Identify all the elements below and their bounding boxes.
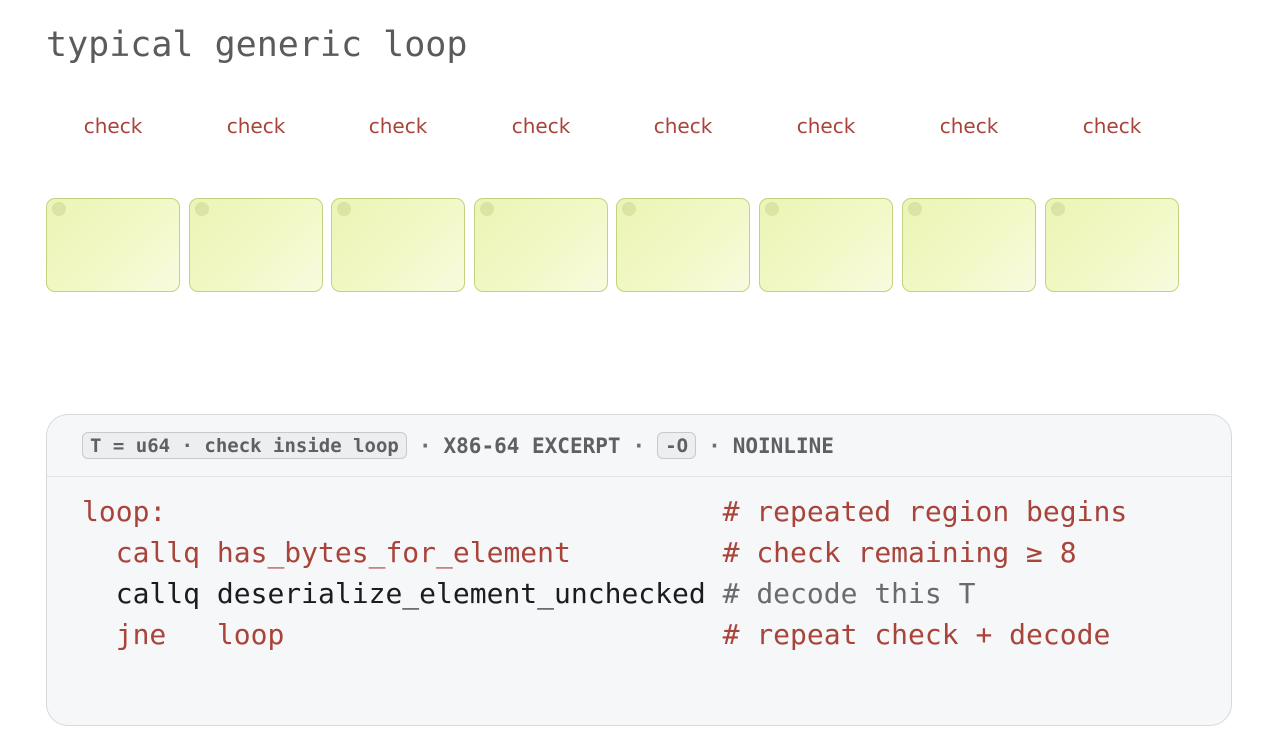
code-arg: loop (216, 618, 285, 651)
type-tag: T = u64 · check inside loop (82, 432, 407, 459)
separator: · (708, 433, 721, 458)
attr-label: NOINLINE (732, 433, 834, 458)
code-line: callq has_bytes_for_element # check rema… (82, 532, 1127, 573)
cell-label: check (939, 114, 999, 138)
assembly-code: loop: # repeated region begins callq has… (82, 491, 1127, 655)
cell-label: check (368, 114, 428, 138)
loop-cell: check (331, 108, 465, 292)
code-comment: # decode this T (722, 577, 976, 610)
code-op: jne (115, 618, 167, 651)
cell-box (616, 198, 750, 292)
cell-box (189, 198, 323, 292)
cell-dot (908, 202, 922, 216)
cell-label: check (511, 114, 571, 138)
loop-cell: check (1045, 108, 1179, 292)
code-comment: # check remaining ≥ 8 (722, 536, 1077, 569)
code-line: callq deserialize_element_unchecked # de… (82, 573, 1127, 614)
loop-cell: check (474, 108, 608, 292)
loop-cell: check (759, 108, 893, 292)
code-arg: has_bytes_for_element (216, 536, 571, 569)
cell-box (902, 198, 1036, 292)
cell-dot (622, 202, 636, 216)
diagram-title: typical generic loop (46, 25, 468, 65)
code-panel: T = u64 · check inside loop · X86-64 EXC… (46, 414, 1232, 726)
code-op: callq (115, 536, 201, 569)
loop-cell: check (616, 108, 750, 292)
separator: · (418, 433, 432, 458)
cell-box (331, 198, 465, 292)
code-panel-header: T = u64 · check inside loop · X86-64 EXC… (47, 415, 1231, 477)
opt-flag-tag: -O (657, 432, 697, 459)
cell-dot (337, 202, 351, 216)
cell-label: check (653, 114, 713, 138)
separator: · (632, 433, 646, 458)
loop-cell: check (902, 108, 1036, 292)
code-arg: deserialize_element_unchecked (216, 577, 706, 610)
cell-dot (1051, 202, 1065, 216)
code-comment: # repeated region begins (722, 495, 1128, 528)
cell-dot (52, 202, 66, 216)
cell-box (759, 198, 893, 292)
cell-label: check (1082, 114, 1142, 138)
code-op: loop: (82, 495, 167, 528)
code-op: callq (115, 577, 201, 610)
cell-box (1045, 198, 1179, 292)
cell-box (46, 198, 180, 292)
cell-dot (195, 202, 209, 216)
cell-dot (765, 202, 779, 216)
cell-label: check (83, 114, 143, 138)
arch-label: X86-64 EXCERPT (443, 433, 621, 458)
code-line: jne loop # repeat check + decode (82, 614, 1127, 655)
loop-cells: check check check check check check chec… (46, 108, 1186, 298)
cell-label: check (796, 114, 856, 138)
cell-dot (480, 202, 494, 216)
cell-box (474, 198, 608, 292)
code-comment: # repeat check + decode (722, 618, 1111, 651)
code-line: loop: # repeated region begins (82, 491, 1127, 532)
loop-cell: check (189, 108, 323, 292)
loop-cell: check (46, 108, 180, 292)
cell-label: check (226, 114, 286, 138)
